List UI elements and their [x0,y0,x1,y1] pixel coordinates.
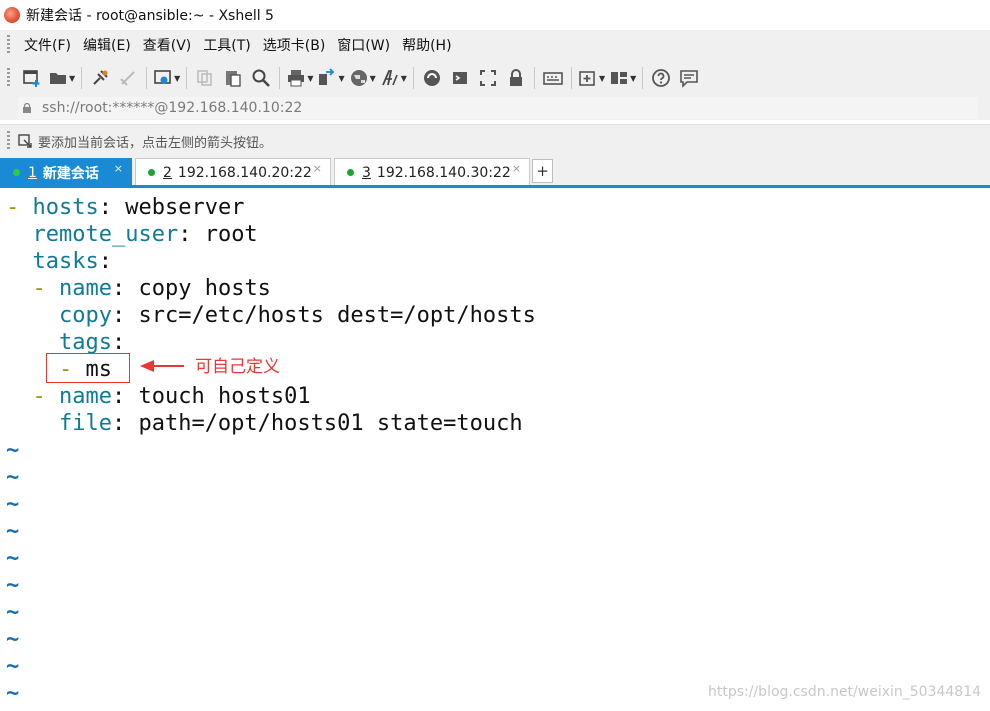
address-bar: ssh://root:******@192.168.140.10:22 [0,96,990,120]
copy-icon[interactable] [193,65,217,91]
tab-session-2[interactable]: 2 192.168.140.20:22 × [135,158,331,186]
vim-empty-line: ~ [6,519,20,544]
menu-help[interactable]: 帮助(H) [396,35,457,55]
vim-empty-line: ~ [6,654,20,679]
hint-bar: 要添加当前会话，点击左侧的箭头按钮。 [0,124,990,157]
toolbar-separator [570,67,572,89]
help-icon[interactable] [649,65,673,91]
vim-empty-line: ~ [6,438,20,463]
tab-label: 192.168.140.30:22 [376,164,511,181]
tab-label: 新建会话 [42,165,99,182]
tab-number: 2 [163,164,172,181]
title-bar: 新建会话 - root@ansible:~ - Xshell 5 [0,0,990,30]
status-dot [347,169,354,176]
globe-icon[interactable]: ▼ [349,65,376,91]
tab-label: 192.168.140.20:22 [177,164,312,181]
annotation-arrow-icon [140,360,184,372]
yaml-line: - hosts: webserver [6,195,245,220]
chat-icon[interactable] [677,65,701,91]
vim-empty-line: ~ [6,627,20,652]
tab-session-3[interactable]: 3 192.168.140.30:22 × [334,158,530,186]
add-tab-button[interactable]: + [532,159,553,183]
yaml-line: - name: copy hosts [32,276,271,301]
tab-number: 3 [362,164,371,181]
vim-empty-line: ~ [6,492,20,517]
keyboard-icon[interactable] [541,65,565,91]
tab-close-icon[interactable]: × [313,162,322,175]
toolbar-separator [186,67,188,89]
window-title: 新建会话 - root@ansible:~ - Xshell 5 [26,8,274,24]
find-icon[interactable] [249,65,273,91]
menu-tabs[interactable]: 选项卡(B) [257,35,332,55]
paste-icon[interactable] [221,65,245,91]
new-session-icon[interactable] [20,65,44,91]
status-dot [148,169,155,176]
font-icon[interactable]: ▼ [380,65,407,91]
menu-bar: 文件(F) 编辑(E) 查看(V) 工具(T) 选项卡(B) 窗口(W) 帮助(… [0,30,990,60]
menu-tools[interactable]: 工具(T) [197,35,256,55]
toolbar-separator [279,67,281,89]
xftp-icon[interactable] [420,65,444,91]
menu-file[interactable]: 文件(F) [18,35,77,55]
toolbar-grip [7,68,10,88]
yaml-line: - name: touch hosts01 [32,384,311,409]
menu-window[interactable]: 窗口(W) [331,35,396,55]
tab-number: 1 [28,164,37,181]
lock-icon[interactable] [504,65,528,91]
yaml-line: file: path=/opt/hosts01 state=touch [58,411,523,436]
yaml-line: tasks: [32,249,112,274]
toolbar-separator [642,67,644,89]
address-field[interactable]: ssh://root:******@192.168.140.10:22 [18,97,978,119]
disconnect-icon[interactable] [116,65,140,91]
yaml-line: remote_user: root [32,222,258,247]
print-icon[interactable]: ▼ [286,65,313,91]
open-folder-icon[interactable]: ▼ [48,65,75,91]
transfer-icon[interactable]: ▼ [317,65,345,91]
fullscreen-icon[interactable] [476,65,500,91]
yaml-line: tags: [58,330,126,355]
status-dot [13,169,20,176]
lock-small-icon [23,103,31,113]
connect-icon[interactable] [88,65,112,91]
hint-text: 要添加当前会话，点击左侧的箭头按钮。 [38,135,273,151]
toolbar-separator [533,67,535,89]
menu-view[interactable]: 查看(V) [137,35,198,55]
address-value: ssh://root:******@192.168.140.10:22 [42,100,303,116]
toolbar-separator [412,67,414,89]
menu-edit[interactable]: 编辑(E) [77,35,137,55]
vim-empty-line: ~ [6,600,20,625]
toolbar-separator [146,67,148,89]
vim-empty-line: ~ [6,465,20,490]
hint-grip [7,131,10,151]
vim-empty-line: ~ [6,681,20,706]
xshell-app-icon[interactable] [4,7,20,23]
watermark: https://blog.csdn.net/weixin_50344814 [708,684,982,700]
menu-grip [7,35,10,55]
vim-empty-line: ~ [6,573,20,598]
toolbar-separator [81,67,83,89]
xshell-icon[interactable] [448,65,472,91]
yaml-line: copy: src=/etc/hosts dest=/opt/hosts [58,303,536,328]
vim-empty-line: ~ [6,546,20,571]
toolbar: ▼ ▼ ▼ ▼ ▼ ▼ ▼ ▼ [0,60,990,96]
terminal[interactable]: - hosts: webserver remote_user: root tas… [0,188,990,711]
new-tab-icon[interactable]: ▼ [578,65,605,91]
tab-session-1[interactable]: 1 新建会话 × [0,158,132,186]
annotation-text: 可自己定义 [195,357,280,377]
properties-icon[interactable]: ▼ [153,65,180,91]
tab-close-icon[interactable]: × [114,162,123,175]
layout-icon[interactable]: ▼ [609,65,636,91]
add-session-arrow-icon[interactable] [18,134,32,148]
tab-bar: 1 新建会话 × 2 192.168.140.20:22 × 3 192.168… [0,156,990,186]
annotation-highlight-box [46,353,130,383]
tab-close-icon[interactable]: × [512,162,521,175]
